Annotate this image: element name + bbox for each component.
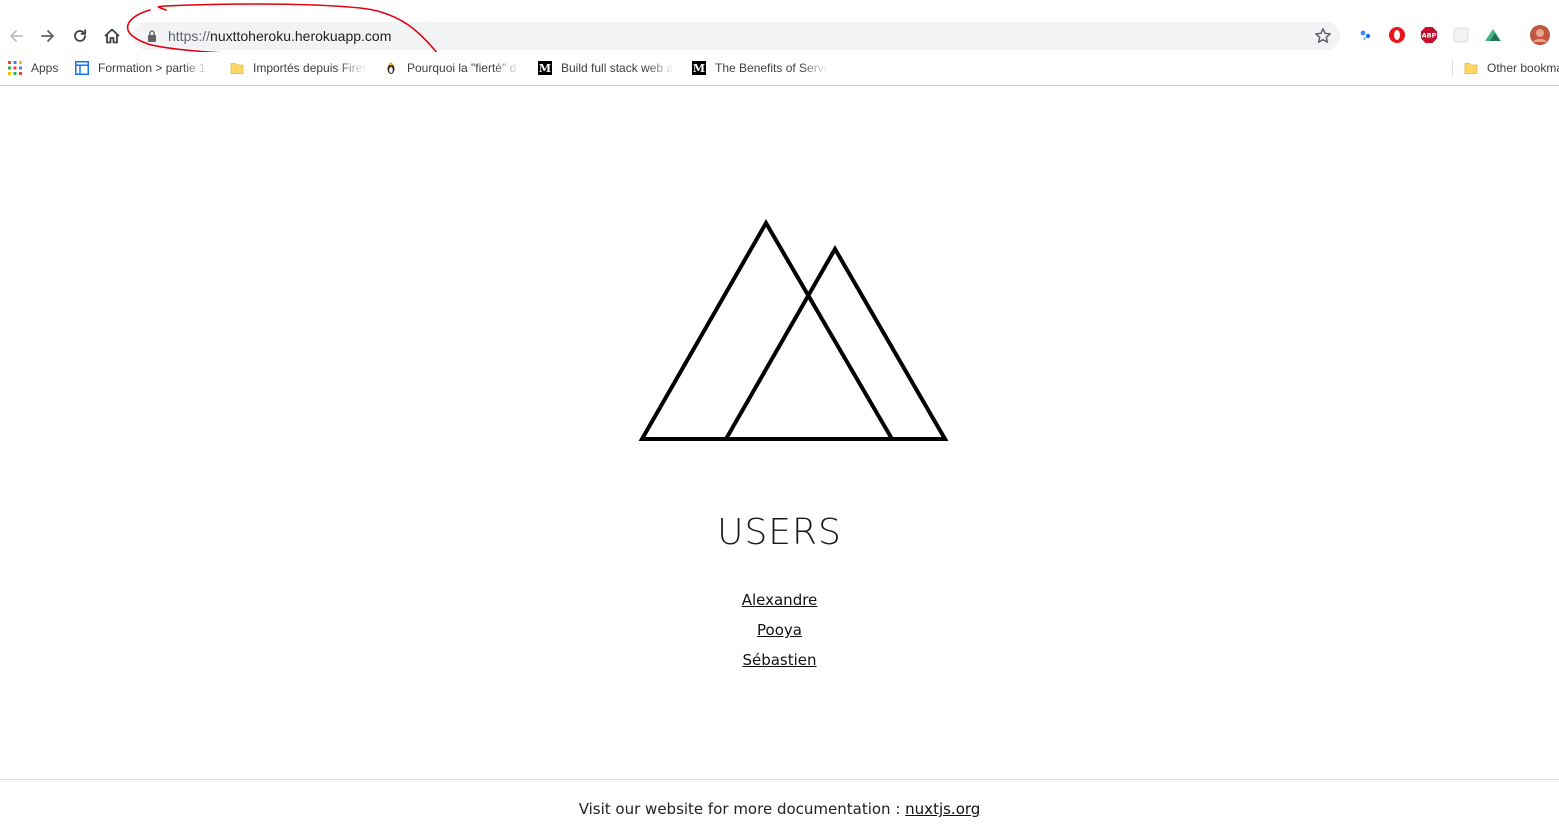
user-list: Alexandre Pooya Sébastien	[0, 588, 1559, 678]
browser-window: https://nuxttoheroku.herokuapp.com ABP A…	[0, 0, 1559, 824]
bookmark-benefits-serverless[interactable]: M The Benefits of Serve	[692, 58, 828, 78]
bookmark-label: Build full stack web a	[561, 61, 674, 75]
opera-icon[interactable]	[1388, 26, 1406, 44]
arrow-left-icon	[10, 30, 23, 42]
browser-toolbar: https://nuxttoheroku.herokuapp.com ABP	[0, 0, 1559, 57]
svg-text:ABP: ABP	[1422, 32, 1437, 40]
url-scheme: https://	[168, 28, 211, 44]
lock-icon	[148, 30, 156, 42]
bookmark-label: Other bookmarks	[1487, 61, 1559, 75]
page-title: USERS	[717, 512, 842, 553]
site-favicon	[387, 62, 395, 74]
layout-icon	[75, 61, 89, 75]
page-content: USERS Alexandre Pooya Sébastien Visit ou…	[0, 86, 1559, 824]
list-item: Pooya	[0, 618, 1559, 648]
medium-icon: M	[538, 61, 552, 75]
nuxtjs-link[interactable]: nuxtjs.org	[905, 800, 980, 818]
bookmark-label: The Benefits of Serve	[715, 61, 828, 75]
back-button[interactable]	[2, 22, 30, 50]
home-icon	[104, 28, 120, 44]
arrow-right-icon	[41, 30, 54, 42]
bookmark-label: Formation > partie 1	[98, 61, 206, 75]
folder-icon	[1464, 63, 1478, 74]
list-item: Sébastien	[0, 648, 1559, 678]
list-item: Alexandre	[0, 588, 1559, 618]
user-link[interactable]: Alexandre	[742, 591, 818, 609]
forward-button[interactable]	[34, 22, 62, 50]
bookmark-build-full-stack[interactable]: M Build full stack web a	[538, 58, 674, 78]
folder-icon	[230, 63, 244, 74]
adblock-plus-icon[interactable]: ABP	[1420, 26, 1438, 44]
footer-label: Visit our website for more documentation…	[578, 800, 901, 818]
nuxt-mountains-logo	[638, 219, 949, 441]
bookmark-folder-firefox[interactable]: Importés depuis Firefox	[230, 58, 366, 78]
profile-avatar[interactable]	[1530, 25, 1550, 45]
bookmark-formation[interactable]: Formation > partie 1	[75, 58, 209, 78]
address-bar[interactable]: https://nuxttoheroku.herokuapp.com	[133, 22, 1340, 50]
bookmarks-bar: Apps Formation > partie 1 Importés depui…	[0, 52, 1559, 86]
url-text: https://nuxttoheroku.herokuapp.com	[168, 28, 391, 44]
page-footer: Visit our website for more documentation…	[0, 779, 1559, 824]
bookmark-other-bookmarks[interactable]: Other bookmarks	[1464, 58, 1559, 78]
bookmark-pourquoi[interactable]: Pourquoi la "fierté" d	[384, 58, 520, 78]
blank-extension-icon[interactable]	[1452, 26, 1470, 44]
bookmarks-separator	[1452, 60, 1453, 76]
vue-devtools-icon[interactable]	[1484, 26, 1502, 44]
apps-grid-icon	[8, 61, 22, 75]
bookmark-label: Importés depuis Firefox	[253, 61, 366, 75]
bookmark-apps[interactable]: Apps	[8, 58, 58, 78]
bookmark-label: Apps	[31, 61, 59, 75]
home-button[interactable]	[98, 22, 126, 50]
footer-text: Visit our website for more documentation…	[0, 800, 1559, 818]
star-icon[interactable]	[1314, 27, 1332, 45]
reload-button[interactable]	[66, 22, 94, 50]
svg-text:M: M	[539, 62, 551, 75]
user-link[interactable]: Pooya	[757, 621, 802, 639]
url-host: nuxttoheroku.herokuapp.com	[210, 28, 392, 44]
svg-text:M: M	[693, 62, 705, 75]
google-translate-icon[interactable]	[1357, 26, 1375, 44]
reload-icon	[74, 29, 87, 42]
user-link[interactable]: Sébastien	[742, 651, 816, 669]
medium-icon: M	[692, 61, 706, 75]
bookmark-label: Pourquoi la "fierté" d	[407, 61, 517, 75]
